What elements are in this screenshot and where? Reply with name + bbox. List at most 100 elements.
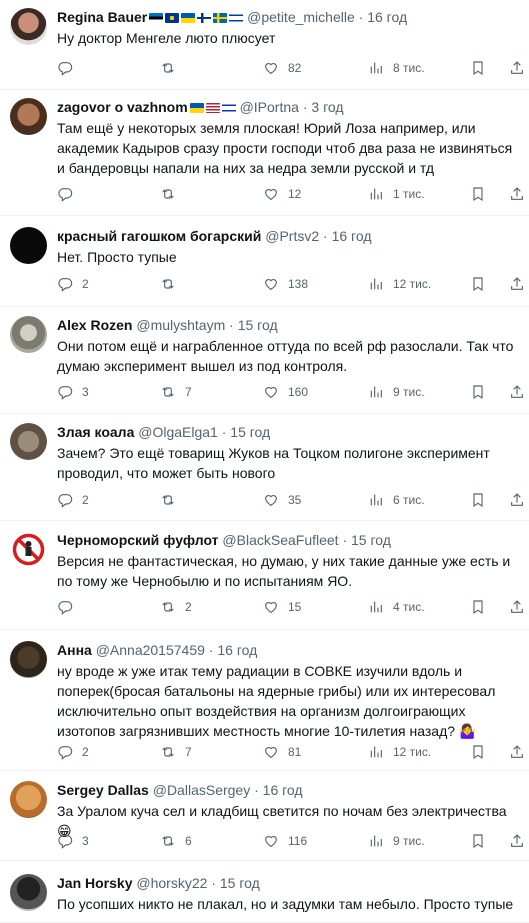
tweet[interactable]: Jan Horsky @horsky22 · 15 год По усопших …	[0, 861, 529, 923]
bookmark-button[interactable]	[470, 833, 486, 849]
author-name[interactable]: красный гагошком богарский	[57, 228, 261, 244]
bookmark-button[interactable]	[470, 492, 486, 508]
reply-button[interactable]: 2	[57, 492, 89, 508]
timestamp[interactable]: 15 год	[230, 424, 270, 440]
retweet-button[interactable]: 7	[160, 384, 192, 400]
views-button[interactable]: 1 тис.	[368, 186, 425, 202]
share-button[interactable]	[509, 492, 525, 508]
timestamp[interactable]: 15 год	[351, 532, 391, 548]
views-button[interactable]: 12 тис.	[368, 276, 431, 292]
like-button[interactable]: 116	[263, 833, 307, 849]
author-name[interactable]: Jan Horsky	[57, 875, 132, 891]
timestamp[interactable]: 16 год	[217, 642, 257, 658]
bookmark-button[interactable]	[470, 599, 486, 615]
views-button[interactable]: 4 тис.	[368, 599, 425, 615]
author-handle[interactable]: @Prtsv2	[265, 228, 319, 244]
israel-flag-icon	[221, 103, 236, 113]
author-handle[interactable]: @mulyshtaym	[136, 317, 225, 333]
views-button[interactable]: 9 тис.	[368, 833, 425, 849]
share-button[interactable]	[509, 744, 525, 760]
retweet-button[interactable]	[160, 492, 185, 508]
avatar[interactable]	[10, 316, 47, 353]
avatar[interactable]	[10, 781, 47, 818]
reply-button[interactable]: 2	[57, 276, 89, 292]
author-name[interactable]: Анна	[57, 642, 92, 658]
share-button[interactable]	[509, 186, 525, 202]
retweet-button[interactable]	[160, 276, 185, 292]
timestamp[interactable]: 15 год	[220, 875, 260, 891]
tweet-text-body: Там ещё у некоторых земля плоская! Юрий …	[57, 120, 513, 176]
bookmark-button[interactable]	[470, 60, 486, 76]
like-button[interactable]: 81	[263, 744, 301, 760]
reply-button[interactable]	[57, 599, 82, 615]
tweet[interactable]: Анна @Anna20157459 · 16 год ну вроде ж уж…	[0, 630, 529, 771]
bookmark-button[interactable]	[470, 744, 486, 760]
author-handle[interactable]: @horsky22	[136, 875, 207, 891]
reply-button[interactable]	[57, 60, 82, 76]
views-button[interactable]: 6 тис.	[368, 492, 425, 508]
avatar[interactable]	[10, 8, 47, 45]
avatar[interactable]	[10, 227, 47, 264]
avatar[interactable]	[10, 531, 47, 568]
share-button[interactable]	[509, 833, 525, 849]
author-name[interactable]: Alex Rozen	[57, 317, 132, 333]
avatar[interactable]	[10, 423, 47, 460]
share-button[interactable]	[509, 599, 525, 615]
views-button[interactable]: 12 тис.	[368, 744, 431, 760]
tweet[interactable]: красный гагошком богарский @Prtsv2 · 16 …	[0, 216, 529, 307]
author-handle[interactable]: @BlackSeaFufleet	[222, 532, 338, 548]
like-button[interactable]: 138	[263, 276, 308, 292]
retweet-button[interactable]: 6	[160, 833, 192, 849]
tweet[interactable]: Sergey Dallas @DallasSergey · 16 год За У…	[0, 771, 529, 861]
retweet-button[interactable]	[160, 186, 185, 202]
tweet[interactable]: Черноморский фуфлот @BlackSeaFufleet · 1…	[0, 521, 529, 630]
timestamp[interactable]: 16 год	[263, 782, 303, 798]
author-name[interactable]: Злая коала	[57, 424, 134, 440]
bookmark-button[interactable]	[470, 276, 486, 292]
tweet-header: Regina Bauer @petite_michelle · 16 год	[57, 8, 523, 26]
author-name[interactable]: Regina Bauer	[57, 9, 147, 25]
bookmark-button[interactable]	[470, 186, 486, 202]
retweet-icon	[160, 60, 176, 76]
avatar[interactable]	[10, 874, 47, 911]
retweet-button[interactable]	[160, 60, 185, 76]
tweet-actions: 2 35 6 тис.	[57, 490, 519, 510]
avatar[interactable]	[10, 641, 47, 678]
views-button[interactable]: 8 тис.	[368, 60, 425, 76]
timestamp[interactable]: 16 год	[332, 228, 372, 244]
share-button[interactable]	[509, 60, 525, 76]
retweet-button[interactable]: 2	[160, 599, 192, 615]
share-icon	[509, 384, 525, 400]
avatar[interactable]	[10, 98, 47, 135]
timestamp[interactable]: 15 год	[238, 317, 278, 333]
author-handle[interactable]: @OlgaElga1	[138, 424, 218, 440]
author-handle[interactable]: @DallasSergey	[153, 782, 250, 798]
timestamp[interactable]: 16 год	[367, 9, 407, 25]
author-handle[interactable]: @IPortna	[240, 99, 299, 115]
tweet[interactable]: Злая коала @OlgaElga1 · 15 год Зачем? Это…	[0, 414, 529, 521]
reply-button[interactable]: 2	[57, 744, 89, 760]
author-handle[interactable]: @petite_michelle	[247, 9, 355, 25]
like-button[interactable]: 160	[263, 384, 308, 400]
tweet[interactable]: Alex Rozen @mulyshtaym · 15 год Они потом…	[0, 307, 529, 414]
tweet[interactable]: Regina Bauer @petite_michelle · 16 год Ну…	[0, 0, 529, 90]
like-button[interactable]: 15	[263, 599, 301, 615]
author-name[interactable]: zagovor o vazhnom	[57, 99, 188, 115]
reply-button[interactable]: 3	[57, 833, 89, 849]
bookmark-button[interactable]	[470, 384, 486, 400]
share-button[interactable]	[509, 276, 525, 292]
retweet-button[interactable]: 7	[160, 744, 192, 760]
views-button[interactable]: 9 тис.	[368, 384, 425, 400]
author-handle[interactable]: @Anna20157459	[96, 642, 205, 658]
like-button[interactable]: 35	[263, 492, 301, 508]
like-button[interactable]: 82	[263, 60, 301, 76]
share-button[interactable]	[509, 384, 525, 400]
author-name[interactable]: Черноморский фуфлот	[57, 532, 219, 548]
tweet[interactable]: zagovor o vazhnom @IPortna · 3 год Там ещ…	[0, 90, 529, 216]
author-name[interactable]: Sergey Dallas	[57, 782, 149, 798]
like-button[interactable]: 12	[263, 186, 301, 202]
separator-dot: ·	[250, 782, 263, 798]
timestamp[interactable]: 3 год	[311, 99, 343, 115]
reply-button[interactable]: 3	[57, 384, 89, 400]
reply-button[interactable]	[57, 186, 82, 202]
